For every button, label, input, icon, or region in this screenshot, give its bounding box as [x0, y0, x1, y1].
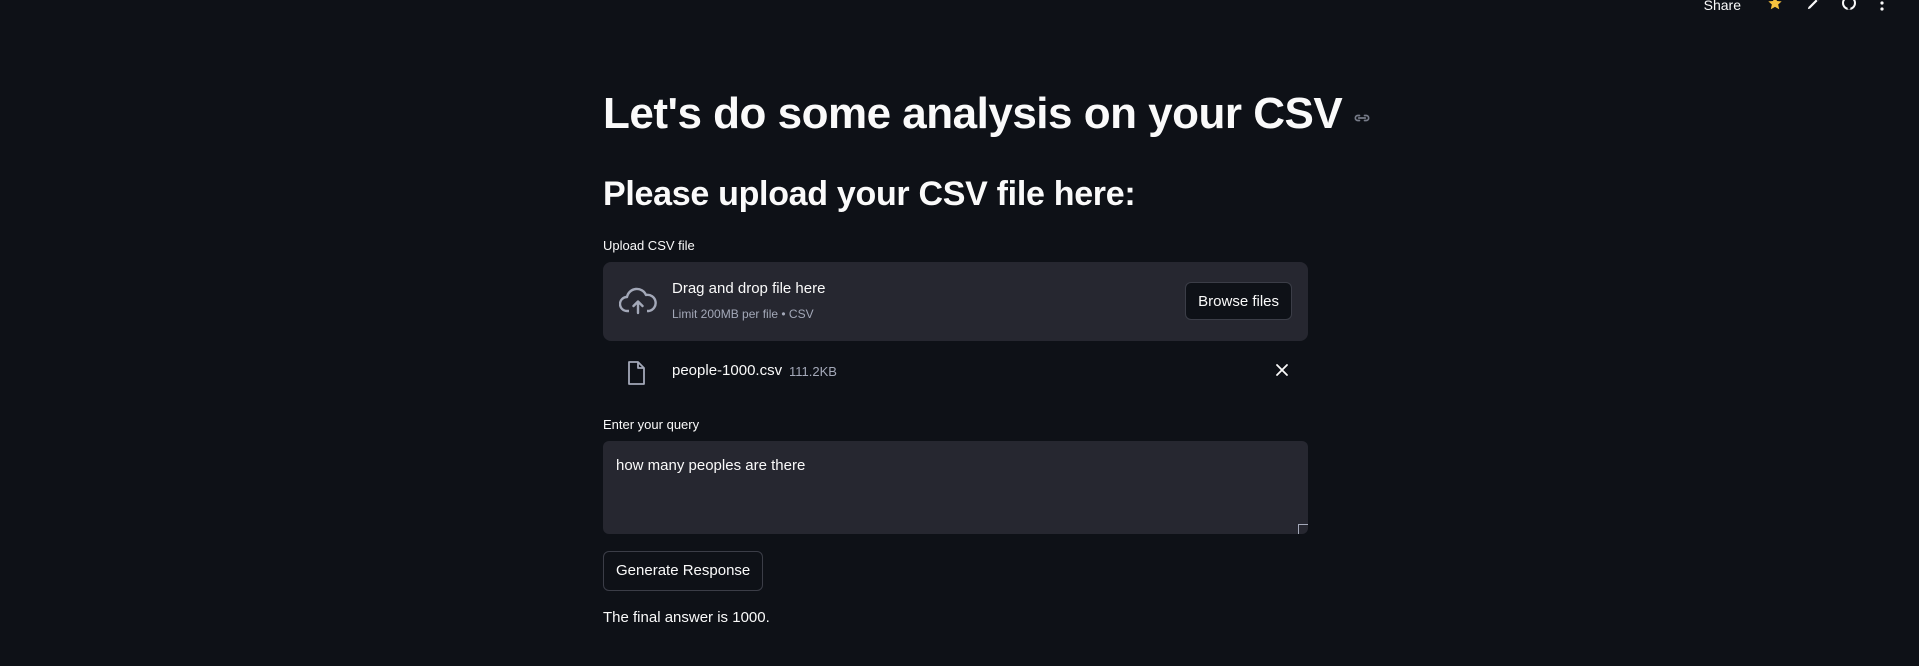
link-icon[interactable] — [1352, 108, 1372, 128]
browse-files-button[interactable]: Browse files — [1185, 282, 1292, 320]
title-row: Let's do some analysis on your CSV — [603, 88, 1372, 140]
share-button[interactable]: Share — [1704, 0, 1741, 13]
uploaded-file-row: people-1000.csv 111.2KB — [603, 355, 1308, 395]
answer-text: The final answer is 1000. — [603, 609, 770, 626]
upload-label: Upload CSV file — [603, 238, 695, 253]
star-icon[interactable] — [1767, 0, 1783, 11]
query-text: how many peoples are there — [616, 457, 806, 474]
page-title: Let's do some analysis on your CSV — [603, 89, 1343, 138]
query-textarea[interactable]: how many peoples are there — [603, 441, 1308, 534]
file-dropzone[interactable]: Drag and drop file here Limit 200MB per … — [603, 262, 1308, 341]
file-name: people-1000.csv — [672, 362, 783, 379]
section-heading: Please upload your CSV file here: — [603, 175, 1136, 213]
github-icon[interactable] — [1841, 0, 1857, 11]
file-icon — [628, 361, 645, 385]
generate-response-button[interactable]: Generate Response — [603, 551, 764, 591]
pencil-icon[interactable] — [1805, 0, 1821, 11]
more-menu-icon[interactable] — [1874, 0, 1890, 11]
dropzone-limit: Limit 200MB per file • CSV — [672, 307, 814, 321]
resize-handle[interactable] — [1298, 524, 1308, 534]
file-size: 111.2KB — [789, 364, 837, 379]
cloud-upload-icon — [619, 287, 657, 315]
dropzone-instructions: Drag and drop file here — [672, 280, 826, 297]
query-label: Enter your query — [603, 417, 700, 432]
remove-file-icon[interactable] — [1274, 363, 1290, 379]
